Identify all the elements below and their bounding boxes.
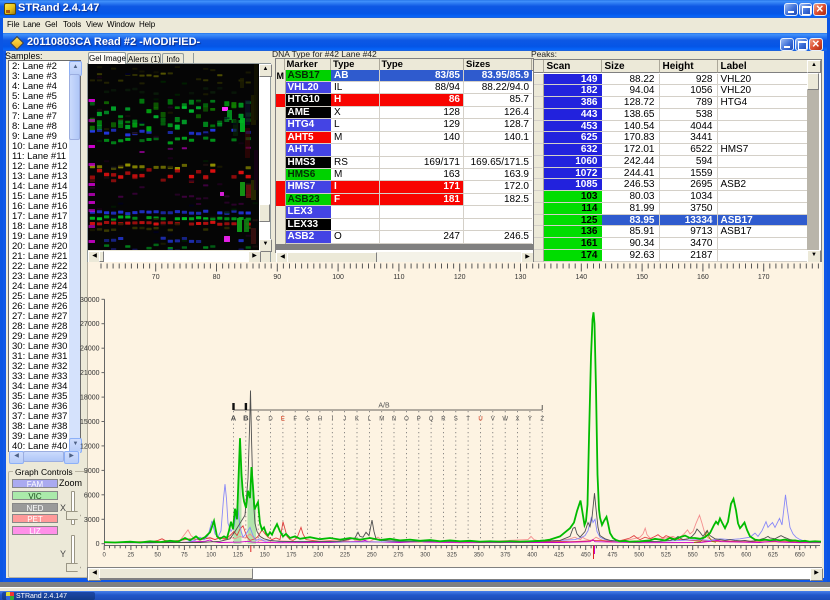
svg-text:A: A: [231, 414, 237, 423]
svg-text:0: 0: [96, 541, 100, 548]
svg-text:140: 140: [575, 274, 587, 281]
svg-text:450: 450: [581, 553, 592, 559]
svg-text:Y: Y: [528, 417, 532, 423]
svg-text:F: F: [293, 417, 297, 423]
svg-text:400: 400: [527, 553, 538, 559]
svg-text:350: 350: [474, 553, 485, 559]
svg-text:525: 525: [661, 553, 672, 559]
svg-text:375: 375: [500, 553, 511, 559]
svg-text:575: 575: [714, 553, 725, 559]
svg-text:150: 150: [260, 553, 271, 559]
svg-text:18000: 18000: [80, 395, 100, 402]
svg-text:H: H: [318, 417, 322, 423]
svg-text:I: I: [331, 417, 333, 423]
svg-text:V: V: [491, 417, 495, 423]
svg-text:M: M: [379, 417, 384, 423]
svg-text:O: O: [404, 417, 409, 423]
svg-text:110: 110: [393, 274, 404, 281]
svg-text:30000: 30000: [80, 297, 100, 304]
svg-text:X: X: [515, 417, 519, 423]
svg-text:U: U: [478, 417, 482, 423]
svg-text:12000: 12000: [80, 443, 100, 450]
svg-text:650: 650: [795, 553, 806, 559]
svg-text:90: 90: [273, 274, 281, 281]
svg-text:250: 250: [367, 553, 378, 559]
svg-text:P: P: [417, 417, 421, 423]
svg-text:6000: 6000: [84, 492, 100, 499]
svg-text:R: R: [441, 417, 446, 423]
svg-text:275: 275: [393, 553, 404, 559]
svg-text:D: D: [268, 417, 273, 423]
svg-text:0: 0: [103, 553, 107, 559]
svg-text:3000: 3000: [84, 517, 100, 524]
svg-text:225: 225: [340, 553, 351, 559]
svg-text:550: 550: [688, 553, 699, 559]
svg-text:21000: 21000: [80, 370, 100, 377]
svg-text:325: 325: [447, 553, 458, 559]
svg-text:70: 70: [152, 274, 160, 281]
svg-text:Z: Z: [540, 417, 544, 423]
svg-text:100: 100: [206, 553, 217, 559]
svg-text:475: 475: [607, 553, 618, 559]
svg-text:600: 600: [741, 553, 752, 559]
svg-text:170: 170: [758, 274, 770, 281]
svg-text:50: 50: [154, 553, 161, 559]
svg-text:625: 625: [768, 553, 779, 559]
svg-text:S: S: [454, 417, 458, 423]
svg-text:9000: 9000: [84, 468, 100, 475]
svg-text:80: 80: [213, 274, 221, 281]
svg-text:150: 150: [636, 274, 648, 281]
svg-text:175: 175: [286, 553, 297, 559]
svg-text:G: G: [305, 417, 310, 423]
svg-text:C: C: [256, 417, 261, 423]
svg-text:200: 200: [313, 553, 324, 559]
svg-text:300: 300: [420, 553, 431, 559]
svg-text:500: 500: [634, 553, 645, 559]
svg-text:J: J: [343, 417, 346, 423]
svg-text:125: 125: [233, 553, 244, 559]
svg-text:130: 130: [515, 274, 527, 281]
svg-text:120: 120: [454, 274, 466, 281]
svg-text:K: K: [355, 417, 359, 423]
svg-text:T: T: [466, 417, 470, 423]
svg-text:A/B: A/B: [378, 403, 390, 410]
svg-text:25: 25: [128, 553, 135, 559]
svg-text:75: 75: [181, 553, 188, 559]
svg-text:B: B: [243, 414, 249, 423]
svg-text:160: 160: [697, 274, 709, 281]
svg-text:L: L: [368, 417, 372, 423]
svg-text:27000: 27000: [80, 321, 100, 328]
svg-text:100: 100: [332, 274, 344, 281]
svg-text:425: 425: [554, 553, 565, 559]
svg-text:24000: 24000: [80, 346, 100, 353]
svg-text:Q: Q: [429, 417, 434, 423]
svg-text:W: W: [502, 417, 508, 423]
svg-text:N: N: [392, 417, 396, 423]
svg-text:E: E: [281, 417, 285, 423]
svg-text:15000: 15000: [80, 419, 100, 426]
